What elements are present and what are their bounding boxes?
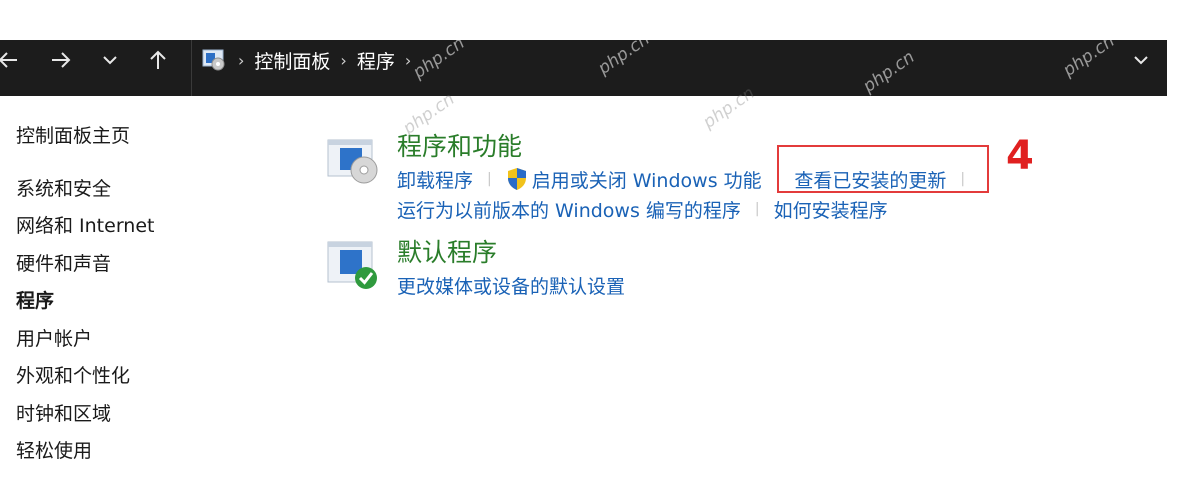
windows-features-label: 启用或关闭 Windows 功能 bbox=[531, 169, 762, 192]
top-blank-area bbox=[0, 0, 1180, 40]
sidebar-item-home[interactable]: 控制面板主页 bbox=[16, 118, 276, 156]
programs-features-title[interactable]: 程序和功能 bbox=[397, 130, 1097, 164]
windows-features-link[interactable]: 启用或关闭 Windows 功能 bbox=[506, 166, 762, 193]
link-divider: | bbox=[960, 171, 966, 187]
breadcrumb-programs[interactable]: 程序 bbox=[357, 47, 395, 74]
back-button[interactable] bbox=[0, 40, 26, 80]
change-default-settings-link[interactable]: 更改媒体或设备的默认设置 bbox=[397, 272, 625, 299]
sidebar-item-network[interactable]: 网络和 Internet bbox=[16, 208, 276, 246]
breadcrumb-separator: › bbox=[238, 50, 245, 70]
default-programs-links: 更改媒体或设备的默认设置 bbox=[397, 270, 1097, 300]
up-button[interactable] bbox=[140, 40, 176, 80]
recent-locations-button[interactable] bbox=[92, 40, 128, 80]
control-panel-icon bbox=[202, 49, 225, 71]
sidebar-item-hardware-sound[interactable]: 硬件和声音 bbox=[16, 246, 276, 284]
chevron-down-icon bbox=[1134, 56, 1148, 65]
sidebar-item-clock-region[interactable]: 时钟和区域 bbox=[16, 396, 276, 434]
sidebar-item-programs[interactable]: 程序 bbox=[16, 283, 276, 321]
link-divider: | bbox=[754, 201, 760, 217]
sidebar-item-user-accounts[interactable]: 用户帐户 bbox=[16, 321, 276, 359]
programs-features-icon[interactable] bbox=[326, 130, 382, 186]
breadcrumb-separator: › bbox=[340, 50, 347, 70]
chevron-down-icon bbox=[103, 56, 117, 65]
breadcrumb-separator[interactable]: › bbox=[405, 51, 411, 70]
run-older-programs-link[interactable]: 运行为以前版本的 Windows 编写的程序 bbox=[397, 196, 741, 223]
breadcrumb-control-panel[interactable]: 控制面板 bbox=[254, 47, 330, 74]
default-programs-icon[interactable] bbox=[326, 236, 382, 292]
sidebar-item-system-security[interactable]: 系统和安全 bbox=[16, 171, 276, 209]
navigation-bar: › 控制面板 › 程序 › php.cn php.cn php.cn php.c… bbox=[0, 29, 1167, 97]
default-programs-title[interactable]: 默认程序 bbox=[397, 236, 1097, 270]
sidebar: 控制面板主页 系统和安全 网络和 Internet 硬件和声音 程序 用户帐户 … bbox=[16, 118, 276, 471]
uninstall-program-link[interactable]: 卸载程序 bbox=[397, 166, 473, 193]
programs-features-links-row2: 运行为以前版本的 Windows 编写的程序 | 如何安装程序 bbox=[397, 194, 1097, 224]
sidebar-item-ease-of-access[interactable]: 轻松使用 bbox=[16, 433, 276, 471]
sidebar-item-appearance[interactable]: 外观和个性化 bbox=[16, 358, 276, 396]
uac-shield-icon bbox=[507, 168, 526, 190]
arrow-up-icon bbox=[150, 50, 166, 69]
how-to-install-link[interactable]: 如何安装程序 bbox=[774, 196, 888, 223]
programs-features-links-row1: 卸载程序 | 启用或关闭 Windows 功能 | 查看已安装的更新 | bbox=[397, 164, 1097, 194]
link-divider: | bbox=[775, 171, 781, 187]
address-separator bbox=[191, 40, 192, 96]
address-history-button[interactable] bbox=[1129, 48, 1153, 72]
forward-button[interactable] bbox=[43, 40, 79, 80]
link-divider: | bbox=[487, 171, 492, 187]
arrow-right-icon bbox=[52, 52, 71, 68]
view-installed-updates-link[interactable]: 查看已安装的更新 bbox=[794, 166, 946, 193]
arrow-left-icon bbox=[0, 52, 17, 68]
step-number: 4 bbox=[1006, 133, 1034, 179]
address-bar[interactable]: › 控制面板 › 程序 › bbox=[200, 40, 1100, 80]
